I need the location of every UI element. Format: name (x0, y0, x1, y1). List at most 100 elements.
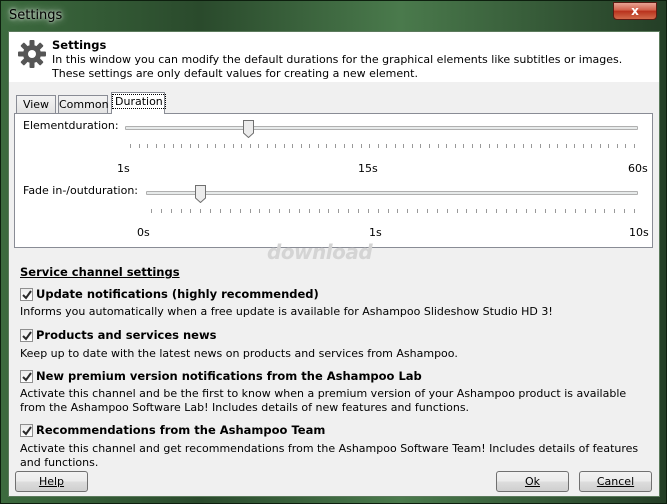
slider-tick (151, 209, 152, 213)
cancel-button[interactable]: Cancel (579, 471, 652, 492)
checkmark-icon (22, 372, 32, 382)
element-duration-ticks (130, 144, 635, 149)
recommendations-checkbox[interactable] (20, 424, 33, 437)
element-duration-track[interactable] (125, 126, 638, 130)
slider-tick (624, 209, 625, 213)
slider-tick (600, 144, 601, 148)
window-title: Settings (9, 8, 63, 23)
slider-tick (220, 209, 221, 213)
slider-tick (496, 209, 497, 213)
slider-tick (516, 209, 517, 213)
tab-common[interactable]: Common (58, 95, 109, 113)
slider-tick (625, 144, 626, 148)
premium-notifications-checkbox-row[interactable]: New premium version notifications from t… (20, 369, 422, 385)
close-button[interactable]: x (613, 2, 657, 20)
slider-tick (338, 209, 339, 213)
slider-tick (289, 209, 290, 213)
slider-tick (446, 144, 447, 148)
slider-tick (309, 144, 310, 148)
update-notifications-description: Informs you automatically when a free up… (20, 305, 553, 318)
slider-tick (604, 209, 605, 213)
recommendations-checkbox-row[interactable]: Recommendations from the Ashampoo Team (20, 423, 325, 439)
slider-tick (608, 144, 609, 148)
service-channel-title: Service channel settings (20, 265, 180, 279)
tab-view[interactable]: View (16, 95, 56, 113)
slider-tick (549, 144, 550, 148)
tab-duration-label: Duration (112, 94, 166, 109)
element-mid-label: 15s (358, 162, 378, 175)
slider-tick (565, 209, 566, 213)
slider-tick (480, 144, 481, 148)
slider-tick (230, 209, 231, 213)
dialog-client-area: Settings In this window you can modify t… (8, 31, 660, 497)
slider-tick (164, 144, 165, 148)
slider-tick (156, 144, 157, 148)
gear-icon (18, 40, 46, 68)
slider-tick (506, 209, 507, 213)
premium-notifications-checkbox[interactable] (20, 370, 33, 383)
update-notifications-checkbox-row[interactable]: Update notifications (highly recommended… (20, 287, 320, 303)
slider-tick (634, 209, 635, 213)
slider-tick (514, 144, 515, 148)
update-notifications-checkbox[interactable] (20, 288, 33, 301)
slider-tick (555, 209, 556, 213)
slider-tick (531, 144, 532, 148)
update-notifications-label: Update notifications (highly recommended… (36, 287, 319, 301)
slider-tick (299, 209, 300, 213)
slider-tick (585, 209, 586, 213)
slider-tick (318, 144, 319, 148)
fade-duration-label: Fade in-/outduration: (23, 184, 139, 197)
slider-tick (215, 144, 216, 148)
fade-duration-thumb[interactable] (195, 185, 206, 203)
slider-tick (275, 144, 276, 148)
slider-tick (523, 144, 524, 148)
slider-tick (258, 144, 259, 148)
help-button[interactable]: Help (15, 471, 88, 492)
slider-tick (412, 144, 413, 148)
slider-tick (210, 209, 211, 213)
slider-tick (540, 144, 541, 148)
slider-tick (267, 144, 268, 148)
premium-notifications-description: Activate this channel and be the first t… (20, 387, 627, 414)
slider-tick (566, 144, 567, 148)
fade-duration-track[interactable] (146, 191, 638, 195)
slider-tick (575, 209, 576, 213)
slider-tick (617, 144, 618, 148)
slider-tick (557, 144, 558, 148)
element-max-label: 60s (628, 162, 648, 175)
element-min-label: 1s (117, 162, 130, 175)
slider-tick (407, 209, 408, 213)
title-bar[interactable]: Settings x (1, 1, 666, 31)
products-news-checkbox-row[interactable]: Products and services news (20, 328, 220, 344)
slider-tick (224, 144, 225, 148)
ok-button[interactable]: Ok (496, 471, 569, 492)
slider-tick (301, 144, 302, 148)
fade-min-label: 0s (137, 226, 150, 239)
slider-tick (438, 144, 439, 148)
ok-button-label: Ok (524, 475, 541, 488)
slider-tick (241, 144, 242, 148)
slider-tick (369, 144, 370, 148)
slider-tick (361, 144, 362, 148)
slider-tick (397, 209, 398, 213)
slider-tick (250, 144, 251, 148)
tab-view-label: View (22, 98, 50, 111)
element-duration-thumb[interactable] (243, 120, 254, 138)
slider-tick (269, 209, 270, 213)
recommendations-description: Activate this channel and get recommenda… (20, 442, 639, 469)
settings-window: Settings x Settings In this window you c… (0, 0, 667, 504)
slider-tick (595, 209, 596, 213)
products-news-checkbox[interactable] (20, 329, 33, 342)
slider-tick (352, 144, 353, 148)
slider-tick (545, 209, 546, 213)
slider-tick (335, 144, 336, 148)
slider-tick (250, 209, 251, 213)
slider-tick (489, 144, 490, 148)
slider-tick (472, 144, 473, 148)
products-news-label: Products and services news (36, 328, 217, 342)
slider-tick (344, 144, 345, 148)
slider-tick (583, 144, 584, 148)
slider-tick (171, 209, 172, 213)
slider-tick (486, 209, 487, 213)
tab-duration[interactable]: Duration (111, 92, 166, 114)
